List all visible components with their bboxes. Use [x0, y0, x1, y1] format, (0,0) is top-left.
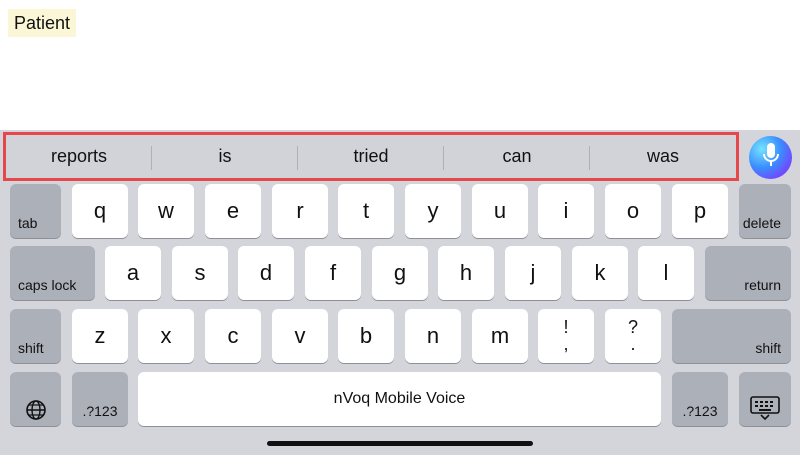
- key-j[interactable]: j: [505, 246, 561, 300]
- delete-key[interactable]: delete: [739, 184, 791, 238]
- key-bottom-char: ,: [563, 334, 569, 354]
- key-a[interactable]: a: [105, 246, 161, 300]
- key-y[interactable]: y: [405, 184, 461, 238]
- key-g[interactable]: g: [372, 246, 428, 300]
- shift-right-key[interactable]: shift: [672, 309, 791, 363]
- key-f[interactable]: f: [305, 246, 361, 300]
- key-e[interactable]: e: [205, 184, 261, 238]
- keyboard: reports is tried can was tab q w e r t y…: [0, 130, 800, 455]
- key-c[interactable]: c: [205, 309, 261, 363]
- key-bottom-char: .: [630, 334, 636, 354]
- key-s[interactable]: s: [172, 246, 228, 300]
- tab-key[interactable]: tab: [10, 184, 61, 238]
- keyboard-hide-icon: [750, 396, 780, 420]
- globe-icon: [25, 399, 47, 421]
- key-m[interactable]: m: [472, 309, 528, 363]
- suggestion-item[interactable]: tried: [298, 135, 444, 178]
- suggestion-item[interactable]: was: [590, 135, 736, 178]
- key-k[interactable]: k: [572, 246, 628, 300]
- key-h[interactable]: h: [438, 246, 494, 300]
- hide-keyboard-key[interactable]: [739, 372, 791, 426]
- space-key[interactable]: nVoq Mobile Voice: [138, 372, 661, 426]
- key-r[interactable]: r: [272, 184, 328, 238]
- mic-button[interactable]: [749, 136, 792, 179]
- key-w[interactable]: w: [138, 184, 194, 238]
- suggestion-item[interactable]: can: [444, 135, 590, 178]
- key-i[interactable]: i: [538, 184, 594, 238]
- key-l[interactable]: l: [638, 246, 694, 300]
- key-d[interactable]: d: [238, 246, 294, 300]
- suggestion-item[interactable]: is: [152, 135, 298, 178]
- key-z[interactable]: z: [72, 309, 128, 363]
- key-b[interactable]: b: [338, 309, 394, 363]
- key-exclamation-comma[interactable]: ! ,: [538, 309, 594, 363]
- globe-key[interactable]: [10, 372, 61, 426]
- return-key[interactable]: return: [705, 246, 791, 300]
- key-o[interactable]: o: [605, 184, 661, 238]
- caps-lock-key[interactable]: caps lock: [10, 246, 95, 300]
- key-n[interactable]: n: [405, 309, 461, 363]
- key-q[interactable]: q: [72, 184, 128, 238]
- home-indicator: [267, 441, 533, 446]
- numbers-left-key[interactable]: .?123: [72, 372, 128, 426]
- key-x[interactable]: x: [138, 309, 194, 363]
- key-t[interactable]: t: [338, 184, 394, 238]
- key-v[interactable]: v: [272, 309, 328, 363]
- key-u[interactable]: u: [472, 184, 528, 238]
- suggestion-bar: reports is tried can was: [3, 132, 739, 181]
- document-text[interactable]: Patient: [8, 9, 77, 37]
- shift-left-key[interactable]: shift: [10, 309, 61, 363]
- microphone-icon: [762, 142, 780, 173]
- document-area[interactable]: Patient: [0, 0, 800, 130]
- numbers-right-key[interactable]: .?123: [672, 372, 728, 426]
- key-question-period[interactable]: ? .: [605, 309, 661, 363]
- suggestion-item[interactable]: reports: [6, 135, 152, 178]
- key-p[interactable]: p: [672, 184, 728, 238]
